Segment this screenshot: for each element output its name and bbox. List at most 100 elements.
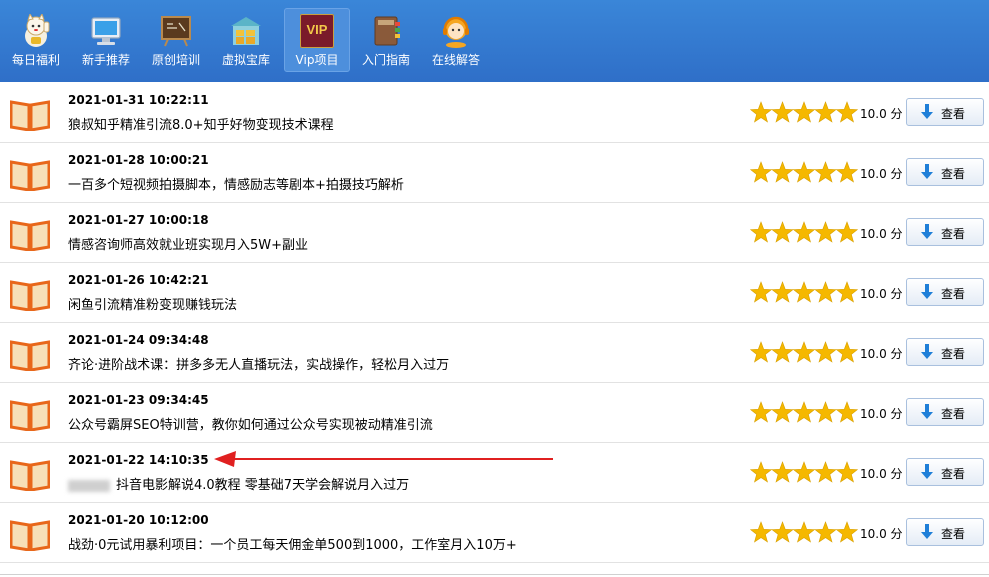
- item-title[interactable]: 公众号霸屏SEO特训营，教你如何通过公众号实现被动精准引流: [68, 414, 433, 433]
- star-icon: [792, 161, 816, 183]
- vip-badge-text: VIP: [306, 22, 328, 37]
- view-button[interactable]: 查看: [906, 458, 984, 486]
- nav-label: 每日福利: [11, 53, 60, 67]
- list-item[interactable]: 2021-01-20 10:12:00 战劲·0元试用暴利项目：一个员工每天佣金…: [0, 502, 989, 563]
- star-icon: [814, 221, 837, 243]
- star-icon: [814, 461, 837, 483]
- star-icon: [792, 401, 816, 423]
- star-icon: [835, 281, 858, 303]
- star-icon: [814, 281, 837, 303]
- item-score: 10.0 分: [860, 407, 903, 421]
- view-button-label: 查看: [941, 107, 966, 121]
- star-icon: [792, 221, 816, 243]
- view-button[interactable]: 查看: [906, 278, 984, 306]
- view-button-label: 查看: [941, 467, 966, 481]
- view-button[interactable]: 查看: [906, 98, 984, 126]
- item-title[interactable]: 一百多个短视频拍摄脚本，情感励志等剧本+拍摄技巧解析: [68, 174, 404, 193]
- item-score: 10.0 分: [860, 347, 903, 361]
- item-date: 2021-01-24 09:34:48: [68, 333, 209, 347]
- blurred-text: [68, 479, 110, 492]
- nav-item-getting-started[interactable]: 入门指南: [354, 9, 418, 71]
- star-icon: [792, 521, 816, 543]
- list-item[interactable]: 2021-01-28 10:00:21 一百多个短视频拍摄脚本，情感励志等剧本+…: [0, 142, 989, 203]
- rating-stars: [750, 401, 858, 423]
- nav-item-original-training[interactable]: 原创培训: [144, 9, 208, 71]
- rating-stars: [750, 101, 858, 123]
- view-button-label: 查看: [941, 347, 966, 361]
- item-title[interactable]: 战劲·0元试用暴利项目：一个员工每天佣金单500到1000，工作室月入10万+: [68, 534, 517, 553]
- item-score: 10.0 分: [860, 527, 903, 541]
- star-icon: [835, 461, 858, 483]
- item-date: 2021-01-26 10:42:21: [68, 273, 209, 287]
- item-score: 10.0 分: [860, 107, 903, 121]
- item-score: 10.0 分: [860, 287, 903, 301]
- download-arrow-icon: [921, 224, 933, 239]
- open-book-icon: [10, 340, 50, 371]
- list-item[interactable]: 2021-01-27 10:00:18 情感咨询师高效就业班实现月入5W+副业 …: [0, 202, 989, 263]
- nav-item-online-answers[interactable]: 在线解答: [424, 9, 488, 71]
- item-date: 2021-01-27 10:00:18: [68, 213, 209, 227]
- star-icon: [835, 341, 858, 363]
- item-title[interactable]: 闲鱼引流精准粉变现赚钱玩法: [68, 294, 237, 313]
- item-date: 2021-01-20 10:12:00: [68, 513, 209, 527]
- star-icon: [771, 161, 794, 183]
- star-icon: [750, 221, 773, 243]
- nav-item-virtual-treasury[interactable]: 虚拟宝库: [214, 9, 278, 71]
- open-book-icon: [10, 400, 50, 431]
- view-button[interactable]: 查看: [906, 518, 984, 546]
- item-title[interactable]: 齐论·进阶战术课：拼多多无人直播玩法，实战操作，轻松月入过万: [68, 354, 449, 373]
- support-agent-icon: [443, 16, 469, 48]
- item-title-wrap[interactable]: 抖音电影解说4.0教程 零基础7天学会解说月入过万: [68, 474, 409, 493]
- rating-stars: [750, 341, 858, 363]
- warehouse-icon: [231, 17, 261, 45]
- view-button-label: 查看: [941, 167, 966, 181]
- view-button[interactable]: 查看: [906, 338, 984, 366]
- item-score: 10.0 分: [860, 227, 903, 241]
- top-navigation-bar: 每日福利 新手推荐 原创培训 虚拟宝库 VIP Vip项目 入门指南 在线解答: [0, 0, 989, 82]
- list-item[interactable]: 2021-01-26 10:42:21 闲鱼引流精准粉变现赚钱玩法 10.0 分…: [0, 262, 989, 323]
- star-icon: [771, 221, 794, 243]
- item-title[interactable]: 狼叔知乎精准引流8.0+知乎好物变现技术课程: [68, 114, 334, 133]
- list-item[interactable]: 2021-01-23 09:34:45 公众号霸屏SEO特训营，教你如何通过公众…: [0, 382, 989, 443]
- view-button[interactable]: 查看: [906, 158, 984, 186]
- view-button[interactable]: 查看: [906, 218, 984, 246]
- item-score: 10.0 分: [860, 467, 903, 481]
- nav-label: 新手推荐: [81, 53, 130, 67]
- download-arrow-icon: [921, 404, 933, 419]
- download-arrow-icon: [921, 524, 933, 539]
- nav-label: 原创培训: [151, 53, 200, 67]
- star-icon: [792, 461, 816, 483]
- list-item[interactable]: 2021-01-22 14:10:35 抖音电影解说4.0教程 零基础7天学会解…: [0, 442, 989, 503]
- book-guide-icon: [374, 16, 400, 46]
- star-icon: [835, 401, 858, 423]
- open-book-icon: [10, 520, 50, 551]
- rating-stars: [750, 161, 858, 183]
- star-icon: [750, 281, 773, 303]
- star-icon: [792, 281, 816, 303]
- view-button-label: 查看: [941, 527, 966, 541]
- open-book-icon: [10, 160, 50, 191]
- rating-stars: [750, 461, 858, 483]
- list-item[interactable]: 2021-01-24 09:34:48 齐论·进阶战术课：拼多多无人直播玩法，实…: [0, 322, 989, 383]
- star-icon: [771, 281, 794, 303]
- star-icon: [792, 101, 816, 123]
- item-title: 抖音电影解说4.0教程 零基础7天学会解说月入过万: [116, 478, 410, 493]
- item-score: 10.0 分: [860, 167, 903, 181]
- star-icon: [814, 401, 837, 423]
- open-book-icon: [10, 100, 50, 131]
- list-bottom-divider: [0, 574, 989, 575]
- nav-label: 在线解答: [431, 53, 480, 67]
- list-item[interactable]: 2021-01-31 10:22:11 狼叔知乎精准引流8.0+知乎好物变现技术…: [0, 82, 989, 143]
- nav-item-daily-benefits[interactable]: 每日福利: [4, 9, 68, 71]
- star-icon: [750, 101, 773, 123]
- star-icon: [835, 221, 858, 243]
- rating-stars: [750, 221, 858, 243]
- nav-item-beginner-recommend[interactable]: 新手推荐: [74, 9, 138, 71]
- view-button[interactable]: 查看: [906, 398, 984, 426]
- item-title[interactable]: 情感咨询师高效就业班实现月入5W+副业: [68, 234, 308, 253]
- nav-item-vip-projects[interactable]: VIP Vip项目: [284, 8, 350, 72]
- star-icon: [771, 101, 794, 123]
- star-icon: [835, 521, 858, 543]
- star-icon: [835, 101, 858, 123]
- view-button-label: 查看: [941, 227, 966, 241]
